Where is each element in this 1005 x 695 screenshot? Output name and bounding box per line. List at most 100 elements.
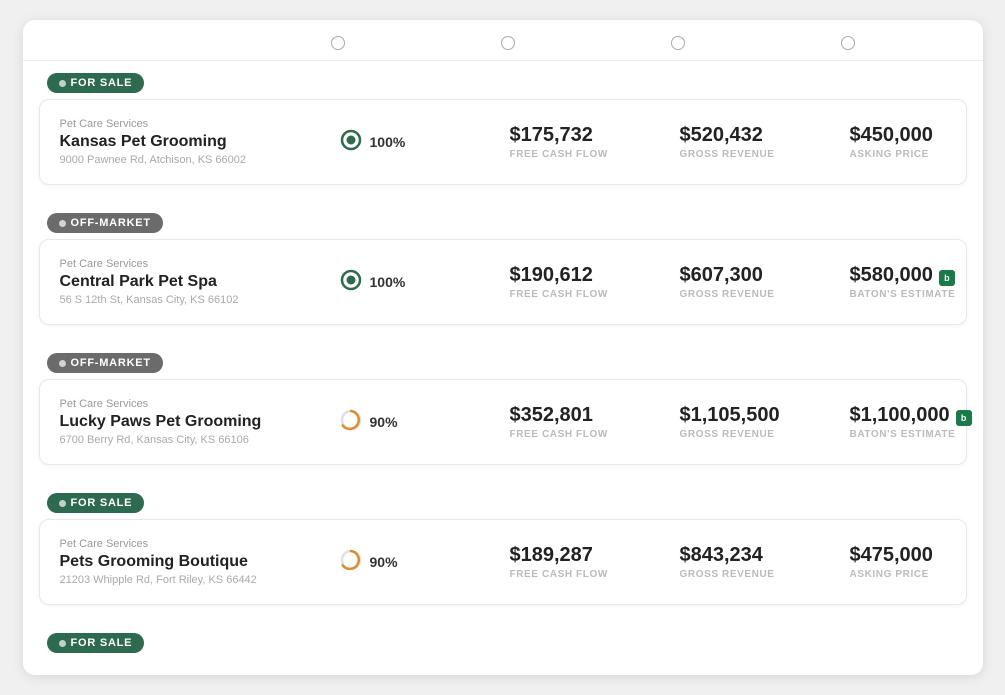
fcf-label: FREE CASH FLOW bbox=[510, 149, 680, 160]
badge-row-kansas-pet-grooming: FOR SALE bbox=[39, 61, 967, 99]
listing-address: 21203 Whipple Rd, Fort Riley, KS 66442 bbox=[60, 574, 340, 586]
match-score-info-icon[interactable] bbox=[331, 36, 345, 50]
asking-value: $1,100,000 bbox=[850, 404, 950, 427]
listing-info-kansas-pet-grooming: Pet Care Services Kansas Pet Grooming 90… bbox=[60, 118, 340, 166]
badge-row-listing-5: FOR SALE bbox=[39, 621, 967, 659]
listing-asking-lucky-paws-pet-grooming: $1,100,000 b BATON'S ESTIMATE bbox=[850, 404, 983, 440]
listing-section-central-park-pet-spa: OFF-MARKET Pet Care Services Central Par… bbox=[23, 201, 983, 341]
listing-section-lucky-paws-pet-grooming: OFF-MARKET Pet Care Services Lucky Paws … bbox=[23, 341, 983, 481]
fcf-value: $189,287 bbox=[510, 544, 680, 567]
badge-label: FOR SALE bbox=[71, 637, 133, 649]
match-score-wrap: 90% bbox=[340, 549, 510, 576]
gross-label: GROSS REVENUE bbox=[680, 429, 850, 440]
match-score-pct: 100% bbox=[370, 274, 406, 290]
match-score-pct: 90% bbox=[370, 554, 398, 570]
listing-fcf-central-park-pet-spa: $190,612 FREE CASH FLOW bbox=[510, 264, 680, 300]
badge-central-park-pet-spa[interactable]: OFF-MARKET bbox=[47, 213, 163, 233]
badge-label: FOR SALE bbox=[71, 497, 133, 509]
gross-label: GROSS REVENUE bbox=[680, 149, 850, 160]
listing-category: Pet Care Services bbox=[60, 398, 340, 410]
listing-name: Central Park Pet Spa bbox=[60, 273, 340, 291]
badge-kansas-pet-grooming[interactable]: FOR SALE bbox=[47, 73, 145, 93]
header-match bbox=[327, 36, 497, 50]
fcf-info-icon[interactable] bbox=[501, 36, 515, 50]
asking-label: ASKING PRICE bbox=[850, 149, 983, 160]
asking-info-icon[interactable] bbox=[841, 36, 855, 50]
listing-address: 56 S 12th St, Kansas City, KS 66102 bbox=[60, 294, 340, 306]
fcf-value: $175,732 bbox=[510, 124, 680, 147]
match-score-pct: 90% bbox=[370, 414, 398, 430]
listing-name: Kansas Pet Grooming bbox=[60, 133, 340, 151]
match-score-pct: 100% bbox=[370, 134, 406, 150]
listing-match-kansas-pet-grooming: 100% bbox=[340, 129, 510, 156]
listing-info-pets-grooming-boutique: Pet Care Services Pets Grooming Boutique… bbox=[60, 538, 340, 586]
listing-fcf-lucky-paws-pet-grooming: $352,801 FREE CASH FLOW bbox=[510, 404, 680, 440]
badge-dot bbox=[59, 80, 66, 87]
badge-label: FOR SALE bbox=[71, 77, 133, 89]
listing-card-lucky-paws-pet-grooming[interactable]: Pet Care Services Lucky Paws Pet Groomin… bbox=[39, 379, 967, 465]
listing-section-listing-5: FOR SALE bbox=[23, 621, 983, 675]
listings-body: FOR SALE Pet Care Services Kansas Pet Gr… bbox=[23, 61, 983, 675]
gross-info-icon[interactable] bbox=[671, 36, 685, 50]
listing-card-central-park-pet-spa[interactable]: Pet Care Services Central Park Pet Spa 5… bbox=[39, 239, 967, 325]
badge-label: OFF-MARKET bbox=[71, 357, 151, 369]
asking-label: BATON'S ESTIMATE bbox=[850, 429, 972, 440]
listing-info-central-park-pet-spa: Pet Care Services Central Park Pet Spa 5… bbox=[60, 258, 340, 306]
asking-label: BATON'S ESTIMATE bbox=[850, 289, 956, 300]
badge-row-pets-grooming-boutique: FOR SALE bbox=[39, 481, 967, 519]
listing-name: Pets Grooming Boutique bbox=[60, 553, 340, 571]
listing-match-pets-grooming-boutique: 90% bbox=[340, 549, 510, 576]
badge-dot bbox=[59, 360, 66, 367]
badge-listing-5[interactable]: FOR SALE bbox=[47, 633, 145, 653]
gross-value: $520,432 bbox=[680, 124, 850, 147]
listing-section-kansas-pet-grooming: FOR SALE Pet Care Services Kansas Pet Gr… bbox=[23, 61, 983, 201]
table-header bbox=[23, 20, 983, 61]
badge-dot bbox=[59, 500, 66, 507]
header-asking bbox=[837, 36, 983, 50]
badge-label: OFF-MARKET bbox=[71, 217, 151, 229]
listing-address: 6700 Berry Rd, Kansas City, KS 66106 bbox=[60, 434, 340, 446]
match-score-icon bbox=[340, 129, 362, 156]
listing-card-pets-grooming-boutique[interactable]: Pet Care Services Pets Grooming Boutique… bbox=[39, 519, 967, 605]
asking-value: $450,000 bbox=[850, 124, 983, 147]
badge-lucky-paws-pet-grooming[interactable]: OFF-MARKET bbox=[47, 353, 163, 373]
match-score-icon bbox=[340, 549, 362, 576]
gross-value: $607,300 bbox=[680, 264, 850, 287]
baton-estimate-badge: b bbox=[939, 270, 955, 286]
gross-label: GROSS REVENUE bbox=[680, 569, 850, 580]
badge-row-central-park-pet-spa: OFF-MARKET bbox=[39, 201, 967, 239]
match-score-icon bbox=[340, 269, 362, 296]
match-score-wrap: 100% bbox=[340, 129, 510, 156]
fcf-value: $352,801 bbox=[510, 404, 680, 427]
asking-wrap: $580,000 b BATON'S ESTIMATE bbox=[850, 264, 983, 300]
listing-gross-kansas-pet-grooming: $520,432 GROSS REVENUE bbox=[680, 124, 850, 160]
listing-category: Pet Care Services bbox=[60, 538, 340, 550]
asking-detail: $1,100,000 b BATON'S ESTIMATE bbox=[850, 404, 972, 440]
listing-asking-central-park-pet-spa: $580,000 b BATON'S ESTIMATE bbox=[850, 264, 983, 300]
asking-value: $475,000 bbox=[850, 544, 983, 567]
asking-wrap: $1,100,000 b BATON'S ESTIMATE bbox=[850, 404, 983, 440]
listings-container: FOR SALE Pet Care Services Kansas Pet Gr… bbox=[23, 20, 983, 675]
header-fcf bbox=[497, 36, 667, 50]
fcf-label: FREE CASH FLOW bbox=[510, 569, 680, 580]
header-gross bbox=[667, 36, 837, 50]
asking-detail: $580,000 b BATON'S ESTIMATE bbox=[850, 264, 956, 300]
listing-match-lucky-paws-pet-grooming: 90% bbox=[340, 409, 510, 436]
baton-estimate-badge: b bbox=[956, 410, 972, 426]
listing-gross-central-park-pet-spa: $607,300 GROSS REVENUE bbox=[680, 264, 850, 300]
listing-gross-pets-grooming-boutique: $843,234 GROSS REVENUE bbox=[680, 544, 850, 580]
gross-value: $1,105,500 bbox=[680, 404, 850, 427]
badge-pets-grooming-boutique[interactable]: FOR SALE bbox=[47, 493, 145, 513]
match-score-wrap: 90% bbox=[340, 409, 510, 436]
listing-section-pets-grooming-boutique: FOR SALE Pet Care Services Pets Grooming… bbox=[23, 481, 983, 621]
badge-row-lucky-paws-pet-grooming: OFF-MARKET bbox=[39, 341, 967, 379]
listing-gross-lucky-paws-pet-grooming: $1,105,500 GROSS REVENUE bbox=[680, 404, 850, 440]
listing-fcf-pets-grooming-boutique: $189,287 FREE CASH FLOW bbox=[510, 544, 680, 580]
fcf-label: FREE CASH FLOW bbox=[510, 429, 680, 440]
asking-label: ASKING PRICE bbox=[850, 569, 983, 580]
gross-value: $843,234 bbox=[680, 544, 850, 567]
listing-category: Pet Care Services bbox=[60, 258, 340, 270]
listing-asking-kansas-pet-grooming: $450,000 ASKING PRICE bbox=[850, 124, 983, 160]
listing-card-kansas-pet-grooming[interactable]: Pet Care Services Kansas Pet Grooming 90… bbox=[39, 99, 967, 185]
listing-asking-pets-grooming-boutique: $475,000 ASKING PRICE bbox=[850, 544, 983, 580]
